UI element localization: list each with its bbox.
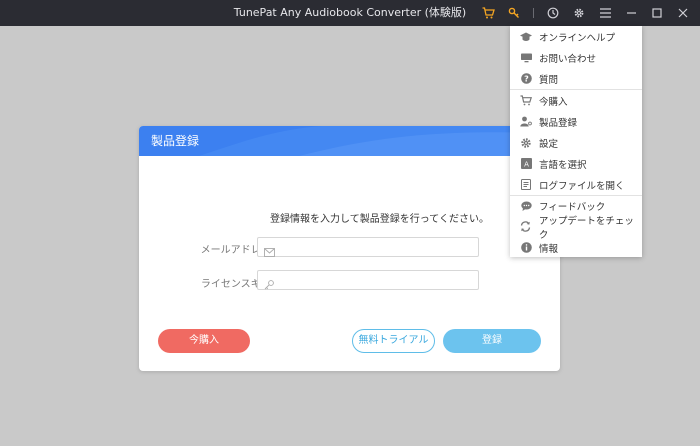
cart-icon[interactable] [481,6,495,20]
menu-item-label: オンラインヘルプ [539,32,616,44]
menu-item-label: 設定 [539,138,559,150]
user-key-icon [520,116,532,128]
graduation-cap-icon [520,31,532,43]
cart-icon [520,95,532,107]
document-icon [520,179,532,191]
menu-item-online-help[interactable]: オンラインヘルプ [510,26,642,47]
email-input[interactable] [280,239,478,257]
menu-item-label: お問い合わせ [539,53,597,65]
menu-item-label: ログファイルを開く [539,180,625,192]
clock-icon[interactable] [546,6,560,20]
question-icon: ? [520,73,532,85]
gear-icon[interactable] [572,6,586,20]
menu-item-label: 質問 [539,74,559,86]
email-field[interactable] [257,237,479,257]
menu-item-buy-now[interactable]: 今購入 [510,90,642,111]
gear-icon [520,137,532,149]
hamburger-icon[interactable] [598,6,612,20]
close-icon[interactable] [676,6,690,20]
minimize-icon[interactable] [624,6,638,20]
refresh-icon [520,221,532,233]
menu-item-label: 製品登録 [539,117,578,129]
toolbar-divider [533,8,534,18]
title-bar: TunePat Any Audiobook Converter (体験版) [0,0,700,26]
menu-item-label: 情報 [539,243,559,255]
menu-item-contact[interactable]: お問い合わせ [510,47,642,68]
dialog-message: 登録情報を入力して製品登録を行ってください。 [270,214,489,225]
maximize-icon[interactable] [650,6,664,20]
registration-dialog: 製品登録 登録情報を入力して製品登録を行ってください。 メールアドレス: ライセ… [139,126,560,371]
chat-icon [520,200,532,212]
svg-text:A: A [524,161,529,169]
dialog-header: 製品登録 [139,126,560,156]
email-label: メールアドレス: [200,245,274,256]
menu-item-language[interactable]: A 言語を選択 [510,153,642,174]
info-icon [520,242,532,254]
menu-item-register[interactable]: 製品登録 [510,111,642,132]
dialog-title: 製品登録 [151,134,200,148]
menu-item-settings[interactable]: 設定 [510,132,642,153]
license-key-input[interactable] [280,272,478,290]
free-trial-button[interactable]: 無料トライアル [352,329,435,353]
key-icon[interactable] [507,6,521,20]
main-menu-dropdown: オンラインヘルプ お問い合わせ ? 質問 今購入 製品登録 設定 A 言語を選択… [510,26,642,257]
menu-item-about[interactable]: 情報 [510,237,642,258]
header-wave-decoration [199,126,560,156]
menu-item-check-update[interactable]: アップデートをチェック [510,216,642,241]
menu-item-label: 言語を選択 [539,159,587,171]
window-controls [481,0,690,26]
language-icon: A [520,158,532,170]
menu-item-label: フィードバック [539,201,606,213]
license-key-label: ライセンスキー: [200,279,274,290]
key-icon [264,275,275,294]
monitor-icon [520,52,532,64]
menu-item-faq[interactable]: ? 質問 [510,68,642,89]
svg-text:?: ? [524,74,529,83]
register-button[interactable]: 登録 [443,329,541,353]
menu-item-label: 今購入 [539,96,568,108]
menu-item-open-log[interactable]: ログファイルを開く [510,174,642,195]
license-key-field[interactable] [257,270,479,290]
envelope-icon [264,242,275,261]
buy-now-button[interactable]: 今購入 [158,329,250,353]
